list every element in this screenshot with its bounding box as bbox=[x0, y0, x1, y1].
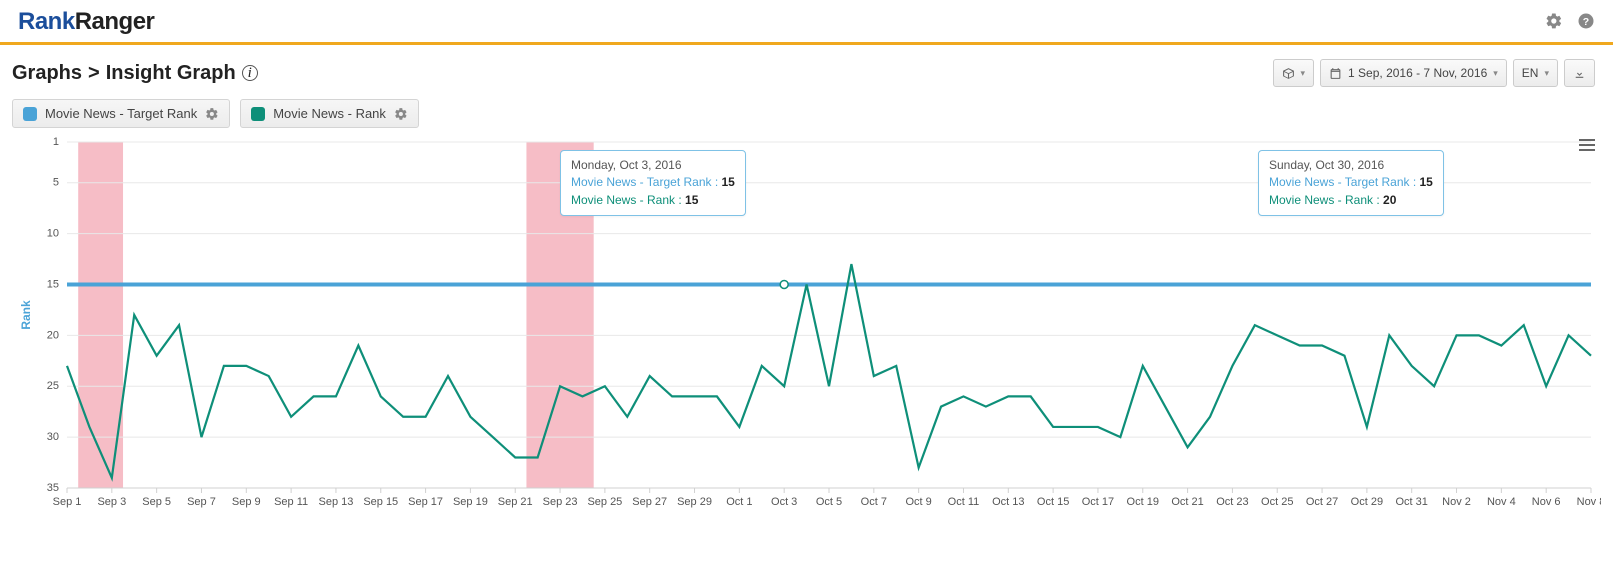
chevron-down-icon: ▾ bbox=[1301, 68, 1306, 79]
svg-text:Oct 5: Oct 5 bbox=[816, 496, 842, 508]
tooltip-date: Monday, Oct 3, 2016 bbox=[571, 157, 735, 174]
chip-target-label: Movie News - Target Rank bbox=[45, 106, 197, 121]
swatch-rank bbox=[251, 107, 265, 121]
svg-text:Sep 25: Sep 25 bbox=[587, 496, 622, 508]
breadcrumb-sep: > bbox=[88, 62, 100, 85]
svg-text:Sep 11: Sep 11 bbox=[274, 496, 308, 508]
page-title: Insight Graph bbox=[106, 62, 236, 85]
chart-container: 15101520253035RankSep 1Sep 3Sep 5Sep 7Se… bbox=[0, 136, 1613, 520]
svg-text:?: ? bbox=[1583, 15, 1589, 27]
svg-text:10: 10 bbox=[47, 228, 59, 240]
date-range-button[interactable]: 1 Sep, 2016 - 7 Nov, 2016 ▾ bbox=[1320, 59, 1507, 87]
date-range-label: 1 Sep, 2016 - 7 Nov, 2016 bbox=[1348, 66, 1487, 80]
svg-text:Oct 15: Oct 15 bbox=[1037, 496, 1069, 508]
svg-text:Oct 19: Oct 19 bbox=[1127, 496, 1159, 508]
svg-text:Sep 17: Sep 17 bbox=[408, 496, 443, 508]
gear-icon[interactable] bbox=[205, 107, 219, 121]
svg-text:Sep 9: Sep 9 bbox=[232, 496, 261, 508]
svg-text:Oct 27: Oct 27 bbox=[1306, 496, 1338, 508]
svg-text:Sep 1: Sep 1 bbox=[53, 496, 82, 508]
help-icon[interactable]: ? bbox=[1577, 12, 1595, 33]
svg-text:35: 35 bbox=[47, 482, 59, 494]
svg-text:Oct 7: Oct 7 bbox=[861, 496, 887, 508]
info-icon[interactable]: i bbox=[242, 65, 258, 81]
tooltip-s2-label: Movie News - Rank : bbox=[1269, 193, 1383, 207]
svg-text:Oct 23: Oct 23 bbox=[1216, 496, 1248, 508]
swatch-target bbox=[23, 107, 37, 121]
top-controls: ▾ 1 Sep, 2016 - 7 Nov, 2016 ▾ EN ▾ bbox=[1273, 59, 1595, 87]
svg-text:Oct 3: Oct 3 bbox=[771, 496, 797, 508]
tooltip-oct3: Monday, Oct 3, 2016 Movie News - Target … bbox=[560, 150, 746, 216]
chevron-down-icon: ▾ bbox=[1493, 68, 1498, 79]
chip-rank[interactable]: Movie News - Rank bbox=[240, 99, 419, 128]
tooltip-s2-val: 20 bbox=[1383, 193, 1396, 207]
svg-text:Oct 13: Oct 13 bbox=[992, 496, 1024, 508]
tooltip-s2-label: Movie News - Rank : bbox=[571, 193, 685, 207]
svg-text:Rank: Rank bbox=[19, 300, 33, 330]
svg-text:Nov 4: Nov 4 bbox=[1487, 496, 1516, 508]
svg-text:Sep 3: Sep 3 bbox=[97, 496, 126, 508]
download-button[interactable] bbox=[1564, 59, 1595, 87]
svg-text:Oct 9: Oct 9 bbox=[905, 496, 931, 508]
breadcrumb: Graphs > Insight Graph i bbox=[12, 62, 258, 85]
tooltip-s2-val: 15 bbox=[685, 193, 698, 207]
tooltip-s1-val: 15 bbox=[722, 175, 735, 189]
svg-text:1: 1 bbox=[53, 136, 59, 148]
svg-text:Sep 5: Sep 5 bbox=[142, 496, 171, 508]
chart-menu-icon[interactable] bbox=[1579, 136, 1595, 154]
nav-row: Graphs > Insight Graph i ▾ 1 Sep, 2016 -… bbox=[0, 45, 1613, 95]
gear-icon[interactable] bbox=[394, 107, 408, 121]
breadcrumb-root[interactable]: Graphs bbox=[12, 62, 82, 85]
svg-text:Oct 31: Oct 31 bbox=[1396, 496, 1428, 508]
package-button[interactable]: ▾ bbox=[1273, 59, 1315, 87]
svg-text:Oct 25: Oct 25 bbox=[1261, 496, 1293, 508]
svg-text:Sep 7: Sep 7 bbox=[187, 496, 216, 508]
svg-text:Sep 13: Sep 13 bbox=[319, 496, 354, 508]
chevron-down-icon: ▾ bbox=[1544, 68, 1549, 79]
svg-text:Sep 23: Sep 23 bbox=[543, 496, 578, 508]
svg-text:Sep 21: Sep 21 bbox=[498, 496, 533, 508]
svg-text:Sep 29: Sep 29 bbox=[677, 496, 712, 508]
brand-part2: Ranger bbox=[75, 8, 155, 35]
series-chips: Movie News - Target Rank Movie News - Ra… bbox=[0, 95, 1613, 136]
svg-text:Oct 17: Oct 17 bbox=[1082, 496, 1114, 508]
svg-text:Oct 11: Oct 11 bbox=[948, 496, 980, 508]
gear-icon[interactable] bbox=[1545, 12, 1563, 33]
language-button[interactable]: EN ▾ bbox=[1513, 59, 1558, 87]
svg-text:30: 30 bbox=[47, 431, 59, 443]
svg-text:20: 20 bbox=[47, 329, 59, 341]
tooltip-s1-label: Movie News - Target Rank : bbox=[571, 175, 722, 189]
chip-target-rank[interactable]: Movie News - Target Rank bbox=[12, 99, 230, 128]
top-bar: RankRanger ? bbox=[0, 0, 1613, 45]
chip-rank-label: Movie News - Rank bbox=[273, 106, 386, 121]
svg-text:Oct 1: Oct 1 bbox=[726, 496, 752, 508]
svg-text:Nov 2: Nov 2 bbox=[1442, 496, 1471, 508]
brand-logo: RankRanger bbox=[18, 8, 154, 36]
svg-text:Oct 21: Oct 21 bbox=[1171, 496, 1203, 508]
brand-part1: Rank bbox=[18, 8, 75, 35]
language-label: EN bbox=[1522, 66, 1539, 80]
svg-text:Sep 19: Sep 19 bbox=[453, 496, 488, 508]
svg-text:Oct 29: Oct 29 bbox=[1351, 496, 1383, 508]
tooltip-s1-label: Movie News - Target Rank : bbox=[1269, 175, 1420, 189]
svg-text:Nov 6: Nov 6 bbox=[1532, 496, 1561, 508]
svg-text:25: 25 bbox=[47, 380, 59, 392]
tooltip-oct30: Sunday, Oct 30, 2016 Movie News - Target… bbox=[1258, 150, 1444, 216]
svg-text:5: 5 bbox=[53, 177, 59, 189]
svg-text:Nov 8: Nov 8 bbox=[1577, 496, 1601, 508]
svg-text:Sep 15: Sep 15 bbox=[363, 496, 398, 508]
tooltip-date: Sunday, Oct 30, 2016 bbox=[1269, 157, 1433, 174]
tooltip-s1-val: 15 bbox=[1420, 175, 1433, 189]
svg-text:15: 15 bbox=[47, 278, 59, 290]
svg-text:Sep 27: Sep 27 bbox=[632, 496, 667, 508]
